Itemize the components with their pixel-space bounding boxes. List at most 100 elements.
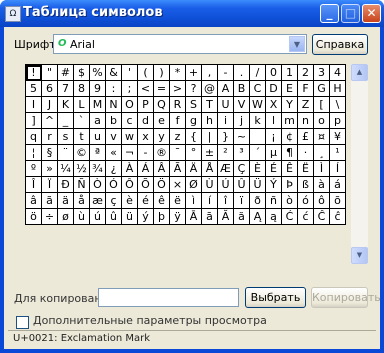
char-cell[interactable]: v (106, 129, 122, 145)
char-cell[interactable]: d (138, 113, 154, 129)
char-cell[interactable]: z (170, 129, 186, 145)
minimize-button[interactable]: _ (320, 4, 339, 23)
char-cell[interactable]: ă (234, 209, 250, 225)
char-cell[interactable]: ~ (234, 129, 250, 145)
char-cell[interactable]: o (314, 113, 330, 129)
char-cell[interactable]: } (218, 129, 234, 145)
char-cell[interactable]: . (234, 65, 250, 81)
char-cell[interactable]: ï (234, 193, 250, 209)
char-cell[interactable]: ( (138, 65, 154, 81)
char-cell[interactable]: þ (154, 209, 170, 225)
char-cell[interactable]: A (218, 81, 234, 97)
char-cell[interactable]: ÿ (170, 209, 186, 225)
char-cell[interactable]: ¾ (90, 161, 106, 177)
char-cell[interactable]: = (154, 81, 170, 97)
char-cell[interactable]: Ç (234, 161, 250, 177)
char-cell[interactable]: , (202, 65, 218, 81)
char-cell[interactable]: + (186, 65, 202, 81)
char-cell[interactable]: Z (298, 97, 314, 113)
char-cell[interactable]: 8 (74, 81, 90, 97)
char-cell[interactable]: Y (282, 97, 298, 113)
close-button[interactable]: ✕ (362, 4, 381, 23)
char-cell[interactable]: ç (106, 193, 122, 209)
char-cell[interactable]: é (138, 193, 154, 209)
char-cell[interactable]: J (42, 97, 58, 113)
char-cell[interactable]: õ (330, 193, 346, 209)
char-cell[interactable]: Ë (298, 161, 314, 177)
char-cell[interactable]: q (26, 129, 42, 145)
char-cell[interactable]: : (106, 81, 122, 97)
char-cell[interactable]: ¸ (314, 145, 330, 161)
char-cell[interactable]: ý (138, 209, 154, 225)
char-cell[interactable]: É (266, 161, 282, 177)
char-cell[interactable]: P (138, 97, 154, 113)
char-cell[interactable]: ì (186, 193, 202, 209)
char-cell[interactable]: r (42, 129, 58, 145)
char-cell[interactable]: l (266, 113, 282, 129)
char-cell[interactable]: ´ (250, 145, 266, 161)
char-cell[interactable]: 1 (282, 65, 298, 81)
char-cell[interactable]: ¶ (282, 145, 298, 161)
scroll-up-button[interactable]: ▲ (351, 64, 368, 81)
char-cell[interactable]: 5 (26, 81, 42, 97)
help-button[interactable]: Справка (312, 34, 368, 55)
chevron-down-icon[interactable]: ▼ (289, 36, 305, 52)
char-cell[interactable]: N (106, 97, 122, 113)
char-cell[interactable]: Ĉ (314, 209, 330, 225)
char-cell[interactable]: [ (314, 97, 330, 113)
char-cell[interactable]: Û (234, 177, 250, 193)
char-cell[interactable]: Î (26, 177, 42, 193)
char-cell[interactable]: K (58, 97, 74, 113)
char-cell[interactable]: c (122, 113, 138, 129)
char-cell[interactable]: Ą (250, 209, 266, 225)
char-cell[interactable]: g (186, 113, 202, 129)
char-cell[interactable]: ø (58, 209, 74, 225)
char-cell[interactable]: ' (122, 65, 138, 81)
char-cell[interactable]: ä (58, 193, 74, 209)
char-cell[interactable]: U (218, 97, 234, 113)
char-cell[interactable]: ó (298, 193, 314, 209)
char-cell[interactable]: ® (154, 145, 170, 161)
char-cell[interactable]: Ă (218, 209, 234, 225)
char-cell[interactable]: Â (154, 161, 170, 177)
char-cell[interactable]: G (314, 81, 330, 97)
char-cell[interactable]: Ć (282, 209, 298, 225)
char-cell[interactable]: ¨ (58, 145, 74, 161)
char-cell[interactable]: k (250, 113, 266, 129)
char-cell[interactable]: 7 (58, 81, 74, 97)
char-cell[interactable]: ĉ (330, 209, 346, 225)
char-cell[interactable]: ) (154, 65, 170, 81)
char-cell[interactable]: T (202, 97, 218, 113)
char-cell[interactable]: X (266, 97, 282, 113)
char-cell[interactable]: $ (74, 65, 90, 81)
char-cell[interactable]: å (74, 193, 90, 209)
scroll-down-button[interactable]: ▼ (351, 247, 368, 264)
char-cell[interactable]: C (250, 81, 266, 97)
char-cell[interactable]: j (234, 113, 250, 129)
char-cell[interactable]: ¤ (314, 129, 330, 145)
char-cell[interactable]: ò (282, 193, 298, 209)
char-cell[interactable]: Ì (314, 161, 330, 177)
char-cell[interactable]: Ð (58, 177, 74, 193)
char-cell[interactable]: ª (90, 145, 106, 161)
char-cell[interactable]: æ (90, 193, 106, 209)
char-cell[interactable]: 2 (298, 65, 314, 81)
char-cell[interactable]: ê (154, 193, 170, 209)
char-cell[interactable]: Ù (202, 177, 218, 193)
char-cell[interactable]: § (42, 145, 58, 161)
maximize-button[interactable]: □ (341, 4, 360, 23)
char-cell[interactable]: S (186, 97, 202, 113)
char-cell[interactable]: ¡ (266, 129, 282, 145)
char-cell[interactable]: Ó (106, 177, 122, 193)
char-cell[interactable]: ú (90, 209, 106, 225)
char-cell[interactable]: Þ (282, 177, 298, 193)
char-cell[interactable]: á (330, 177, 346, 193)
char-cell[interactable]: a (90, 113, 106, 129)
char-cell[interactable]: Ô (122, 177, 138, 193)
char-cell[interactable]: _ (58, 113, 74, 129)
char-cell[interactable]: Æ (218, 161, 234, 177)
char-cell[interactable]: ö (26, 209, 42, 225)
char-cell[interactable]: à (314, 177, 330, 193)
char-cell[interactable]: t (74, 129, 90, 145)
char-cell[interactable]: ¥ (330, 129, 346, 145)
